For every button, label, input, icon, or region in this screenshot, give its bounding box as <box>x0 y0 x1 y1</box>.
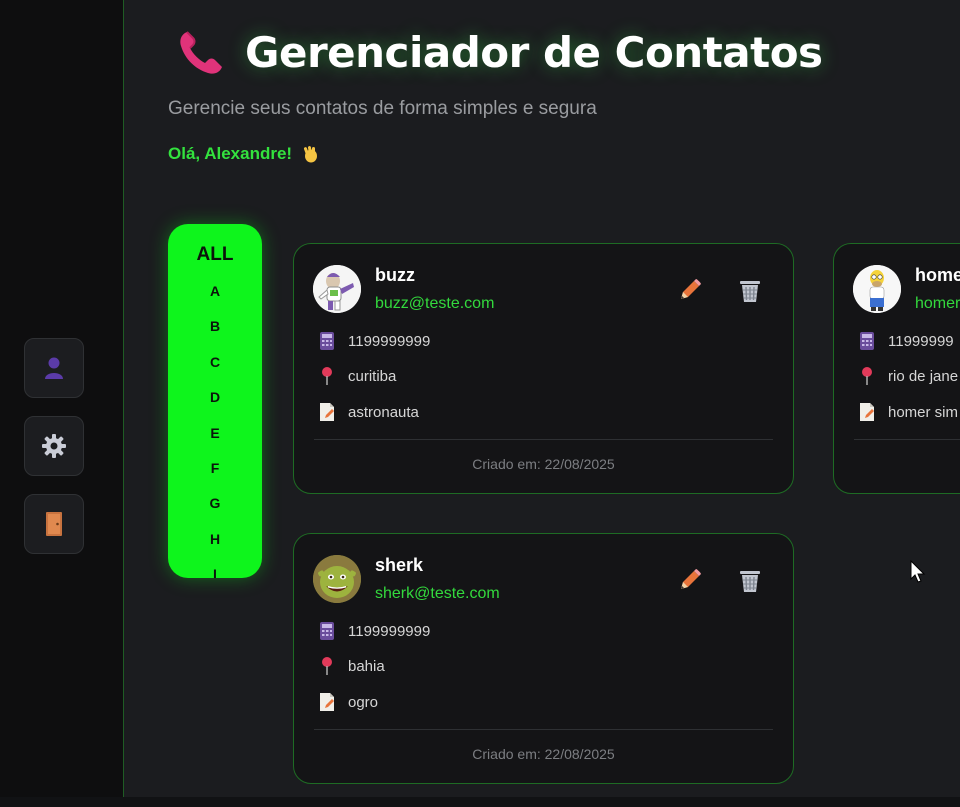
contact-phone-row: 11999999 <box>858 331 954 351</box>
filter-letter-b[interactable]: B <box>168 309 262 344</box>
gear-icon <box>42 434 66 458</box>
telephone-receiver-icon <box>180 31 222 74</box>
pushpin-icon <box>322 657 332 675</box>
filter-letter-a[interactable]: A <box>168 274 262 309</box>
contact-name: buzz <box>375 265 415 285</box>
greeting: Olá, Alexandre! <box>168 144 320 164</box>
memo-icon <box>320 403 334 421</box>
filter-all[interactable]: ALL <box>168 244 262 266</box>
contact-note: ogro <box>348 693 379 711</box>
user-icon <box>45 357 63 379</box>
contact-note: homer sim <box>888 403 959 421</box>
contact-name: home <box>915 265 960 285</box>
contact-email: buzz@teste.com <box>375 295 495 312</box>
contact-phone-row: 1199999999 <box>318 621 430 641</box>
memo-icon <box>860 403 874 421</box>
filter-letter-d[interactable]: D <box>168 380 262 415</box>
avatar <box>313 265 361 313</box>
door-icon <box>46 512 62 536</box>
page-header: Gerenciador de Contatos <box>175 26 823 78</box>
contact-card: buzz buzz@teste.com 1199999999 curitiba … <box>293 243 794 494</box>
created-date: Criado em: 22/08/2025 <box>472 746 615 762</box>
contact-note-row: astronauta <box>318 402 419 422</box>
contact-name: sherk <box>375 555 424 575</box>
homer-simpson-avatar <box>853 265 901 313</box>
settings-button[interactable] <box>24 416 84 476</box>
contact-phone: 1199999999 <box>348 622 431 640</box>
page-title: Gerenciador de Contatos <box>245 27 823 77</box>
letter-list: A B C D E F G H I <box>168 274 262 578</box>
calculator-icon <box>320 622 334 640</box>
contact-city: rio de jane <box>888 367 959 385</box>
contact-city-row: rio de jane <box>858 366 958 386</box>
contact-card: home homer 11999999 rio de jane homer si… <box>833 243 960 494</box>
waving-hand-icon <box>304 146 318 163</box>
filter-letter-h[interactable]: H <box>168 522 262 557</box>
bottom-bar <box>0 797 960 807</box>
page-subtitle: Gerencie seus contatos de forma simples … <box>168 98 597 119</box>
contact-city-row: curitiba <box>318 366 396 386</box>
mouse-cursor-icon <box>910 560 926 583</box>
trash-icon[interactable] <box>737 566 763 594</box>
divider <box>314 439 773 440</box>
divider <box>314 729 773 730</box>
contact-city-row: bahia <box>318 656 385 676</box>
avatar <box>313 555 361 603</box>
profile-button[interactable] <box>24 338 84 398</box>
filter-letter-g[interactable]: G <box>168 486 262 521</box>
contact-note-row: ogro <box>318 692 378 712</box>
contact-city: bahia <box>348 657 385 675</box>
avatar <box>853 265 901 313</box>
buzz-lightyear-avatar <box>313 265 361 313</box>
calculator-icon <box>860 332 874 350</box>
pencil-icon[interactable] <box>677 567 703 593</box>
pushpin-icon <box>322 367 332 385</box>
contact-email: sherk@teste.com <box>375 585 500 602</box>
memo-icon <box>320 693 334 711</box>
pushpin-icon <box>862 367 872 385</box>
filter-letter-c[interactable]: C <box>168 345 262 380</box>
trash-icon[interactable] <box>737 276 763 304</box>
greeting-text: Olá, Alexandre! <box>168 144 293 163</box>
contact-phone: 11999999 <box>888 332 954 350</box>
pencil-icon[interactable] <box>677 277 703 303</box>
contact-email: homer <box>915 295 960 312</box>
contact-city: curitiba <box>348 367 397 385</box>
contact-card: sherk sherk@teste.com 1199999999 bahia o… <box>293 533 794 784</box>
created-date: Criado em: 22/08/2025 <box>472 456 615 472</box>
logout-button[interactable] <box>24 494 84 554</box>
main-content: Gerenciador de Contatos Gerencie seus co… <box>125 0 960 807</box>
sidebar <box>0 0 124 807</box>
contact-note-row: homer sim <box>858 402 958 422</box>
shrek-avatar <box>313 555 361 603</box>
filter-letter-i[interactable]: I <box>168 557 262 578</box>
contact-phone-row: 1199999999 <box>318 331 430 351</box>
filter-letter-e[interactable]: E <box>168 416 262 451</box>
contact-phone: 1199999999 <box>348 332 431 350</box>
contact-note: astronauta <box>348 403 419 421</box>
filter-letter-f[interactable]: F <box>168 451 262 486</box>
calculator-icon <box>320 332 334 350</box>
alphabet-filter: ALL A B C D E F G H I <box>168 224 262 578</box>
divider <box>854 439 960 440</box>
